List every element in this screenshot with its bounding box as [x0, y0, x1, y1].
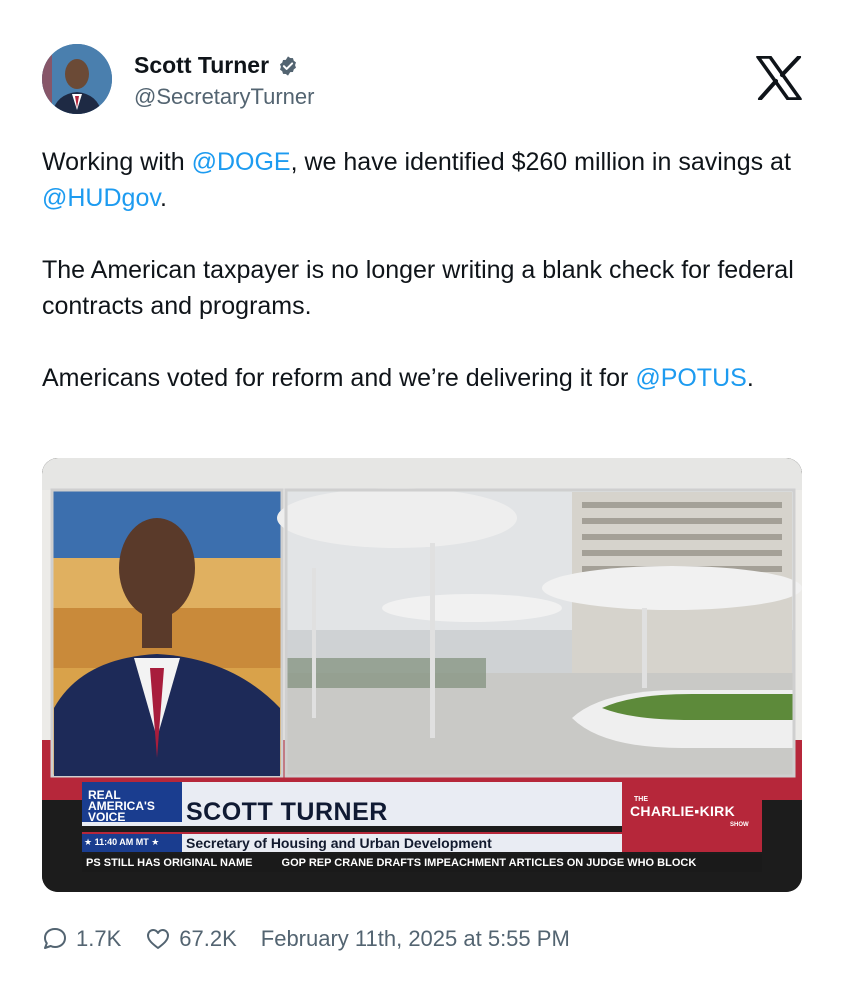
- tweet-text-segment: .: [160, 184, 167, 212]
- tweet-media-image[interactable]: [42, 458, 802, 892]
- show-logo-prefix: THE: [634, 796, 648, 803]
- mention-link[interactable]: @HUDgov: [42, 184, 160, 212]
- tweet-paragraph: Working with @DOGE, we have identified $…: [42, 144, 802, 216]
- author-display-name[interactable]: Scott Turner: [134, 52, 269, 79]
- chyron-title: Secretary of Housing and Urban Developme…: [186, 835, 492, 851]
- tweet-text-segment: Americans voted for reform and we’re del…: [42, 364, 636, 392]
- heart-icon: [147, 929, 170, 949]
- tweet-text-segment: , we have identified $260 million in sav…: [290, 148, 791, 176]
- show-logo: CHARLIE▪KIRK: [630, 803, 736, 819]
- tweet-text: Working with @DOGE, we have identified $…: [42, 144, 802, 432]
- author-name-row: Scott Turner: [134, 52, 299, 79]
- mention-link[interactable]: @DOGE: [192, 148, 291, 176]
- verified-badge-icon: [280, 55, 297, 76]
- network-logo: REAL AMERICA'S VOICE: [88, 789, 178, 824]
- reply-count: 1.7K: [76, 926, 122, 951]
- news-ticker: PS STILL HAS ORIGINAL NAME GOP REP CRANE…: [86, 857, 696, 869]
- avatar[interactable]: [42, 44, 112, 114]
- tweet-paragraph: The American taxpayer is no longer writi…: [42, 252, 802, 324]
- x-logo-icon[interactable]: [756, 56, 802, 100]
- tweet-timestamp[interactable]: February 11th, 2025 at 5:55 PM: [261, 926, 570, 952]
- tweet-footer: 1.7K 67.2K February 11th, 2025 at 5:55 P…: [42, 926, 570, 952]
- tweet-paragraph: Americans voted for reform and we’re del…: [42, 360, 802, 396]
- reply-stat[interactable]: 1.7K: [42, 926, 121, 952]
- mention-link[interactable]: @POTUS: [635, 364, 747, 392]
- show-logo-suffix: SHOW: [730, 822, 749, 828]
- ticker-item: PS STILL HAS ORIGINAL NAME: [86, 857, 253, 869]
- tweet-text-segment: Working with: [42, 148, 192, 176]
- chyron-name: SCOTT TURNER: [186, 798, 388, 826]
- chyron-time: ★ 11:40 AM MT ★: [84, 837, 160, 847]
- tweet-text-segment: .: [746, 364, 754, 392]
- ticker-item: GOP REP CRANE DRAFTS IMPEACHMENT ARTICLE…: [281, 857, 697, 869]
- tweet-text-segment: The American taxpayer is no longer writi…: [42, 256, 794, 320]
- reply-icon: [44, 928, 66, 949]
- network-logo-line: VOICE: [88, 810, 126, 824]
- like-count: 67.2K: [179, 926, 237, 951]
- author-handle[interactable]: @SecretaryTurner: [134, 84, 314, 110]
- like-stat[interactable]: 67.2K: [145, 926, 237, 952]
